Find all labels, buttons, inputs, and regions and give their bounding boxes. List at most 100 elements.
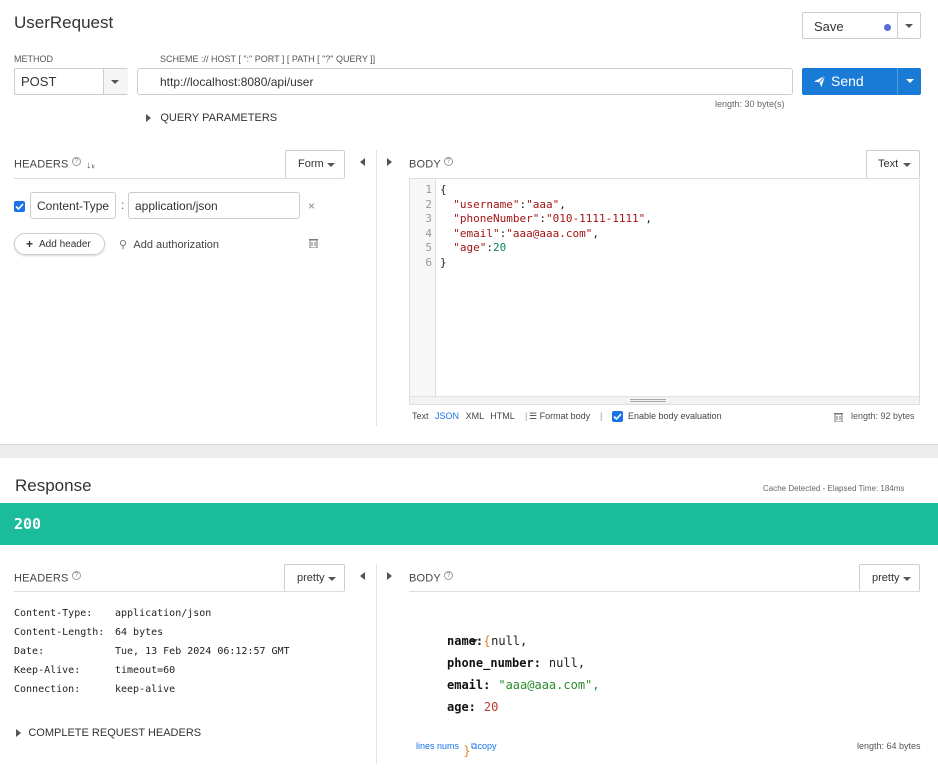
- divider: [14, 591, 345, 592]
- body-mode-select[interactable]: Text: [866, 150, 920, 178]
- json-comma: ,: [520, 634, 528, 648]
- status-code: 200: [14, 515, 42, 533]
- header-name-input[interactable]: Content-Type: [30, 192, 116, 219]
- resize-handle[interactable]: [410, 396, 919, 404]
- collapse-left-icon[interactable]: [360, 572, 365, 580]
- save-button[interactable]: Save: [802, 12, 898, 39]
- method-label: METHOD: [14, 54, 53, 64]
- body-length: length: 92 bytes: [851, 411, 915, 421]
- line-number: 6: [425, 255, 432, 269]
- help-icon: ?: [71, 571, 81, 580]
- chevron-down-icon: [111, 80, 119, 84]
- chevron-right-icon: [16, 728, 21, 737]
- help-icon: ?: [444, 157, 454, 166]
- request-title: UserRequest: [14, 13, 114, 32]
- header-value-value: application/json: [135, 199, 218, 213]
- chevron-down-icon: [327, 163, 335, 167]
- response-header-row: Content-Type: application/json: [14, 603, 354, 622]
- send-dropdown-button[interactable]: [897, 68, 921, 95]
- line-text: "phoneNumber":"010-1111-1111",: [453, 212, 652, 225]
- json-key: phone_number:: [447, 656, 541, 670]
- panel-divider: [376, 150, 377, 426]
- collapse-left-icon[interactable]: [360, 158, 365, 166]
- header-value-input[interactable]: application/json: [128, 192, 300, 219]
- format-tab-xml[interactable]: XML: [466, 411, 484, 421]
- line-number: 3: [425, 212, 432, 225]
- key-icon: ⚲: [119, 239, 128, 251]
- remove-header-icon[interactable]: ×: [308, 199, 315, 213]
- json-value: null: [491, 634, 521, 648]
- response-body-mode-select[interactable]: pretty: [859, 564, 920, 591]
- help-icon: ?: [444, 571, 454, 580]
- headers-heading: HEADERS ? ↓ₖ: [14, 157, 96, 171]
- add-authorization-button[interactable]: ⚲ Add authorization: [119, 237, 219, 251]
- response-header-value: timeout=60: [115, 665, 176, 676]
- response-header-value: keep-alive: [115, 684, 176, 695]
- json-field: age: 20: [427, 696, 907, 718]
- format-body-button[interactable]: ☰ Format body: [529, 411, 590, 422]
- expand-right-icon[interactable]: [387, 572, 392, 580]
- response-headers-mode-select[interactable]: pretty: [284, 564, 345, 591]
- line-number: 2: [425, 197, 432, 211]
- section-separator: [0, 444, 938, 458]
- response-body-mode-value: pretty: [872, 572, 900, 584]
- query-parameters-toggle[interactable]: QUERY PARAMETERS: [146, 110, 277, 124]
- line-number: 4: [425, 226, 432, 240]
- line-text: "username":"aaa",: [453, 197, 566, 211]
- response-header-value: 64 bytes: [115, 627, 164, 638]
- response-body-heading: BODY ?: [409, 571, 454, 585]
- response-headers-list: Content-Type: application/json Content-Len…: [14, 603, 354, 698]
- json-field: name: null,: [427, 630, 907, 652]
- format-tab-text[interactable]: Text: [412, 411, 429, 421]
- body-editor[interactable]: 1{2 "username":"aaa", 3 "phoneNumber":"01…: [409, 178, 920, 405]
- plus-icon: +: [26, 237, 34, 251]
- body-mode-value: Text: [878, 158, 899, 170]
- response-headers-heading: HEADERS ?: [14, 571, 81, 585]
- headers-mode-select[interactable]: Form: [285, 150, 345, 178]
- editor-line: 1{: [410, 183, 919, 198]
- expand-right-icon[interactable]: [387, 158, 392, 166]
- copy-button[interactable]: ⧉copy: [471, 741, 496, 752]
- json-value: "aaa@aaa.com",: [498, 678, 600, 692]
- response-headers-label: HEADERS: [14, 572, 69, 585]
- divider: [409, 591, 920, 592]
- trash-icon[interactable]: [309, 238, 318, 248]
- json-close-brace: }: [463, 744, 471, 758]
- response-header-name: Content-Length:: [14, 627, 105, 638]
- editor-line: 4 "email":"aaa@aaa.com",: [410, 227, 919, 242]
- help-icon: ?: [71, 157, 81, 166]
- divider: [14, 178, 345, 179]
- json-key: email:: [447, 678, 491, 692]
- response-header-value: application/json: [115, 608, 212, 619]
- json-field: phone_number: null,: [427, 652, 907, 674]
- lines-nums-toggle[interactable]: lines nums: [416, 741, 459, 751]
- send-label: Send: [831, 73, 864, 89]
- save-dropdown-button[interactable]: [897, 12, 921, 39]
- format-tab-json[interactable]: JSON: [435, 411, 459, 421]
- response-headers-mode-value: pretty: [297, 572, 325, 584]
- complete-headers-label: COMPLETE REQUEST HEADERS: [28, 727, 202, 739]
- format-tab-html[interactable]: HTML: [490, 411, 514, 421]
- add-header-label: Add header: [39, 239, 91, 250]
- json-key: name:: [447, 634, 484, 648]
- sort-icon[interactable]: ↓ₖ: [86, 160, 96, 171]
- json-comma: ,: [577, 656, 586, 670]
- method-select[interactable]: POST: [14, 68, 128, 95]
- add-header-button[interactable]: + Add header: [14, 233, 105, 255]
- header-separator: :: [121, 198, 125, 212]
- complete-headers-toggle[interactable]: COMPLETE REQUEST HEADERS: [16, 725, 201, 739]
- trash-icon[interactable]: [834, 412, 843, 422]
- format-body-label: Format body: [539, 411, 591, 421]
- add-authorization-label: Add authorization: [133, 239, 220, 251]
- response-header-row: Date: Tue, 13 Feb 2024 06:12:57 GMT: [14, 641, 354, 660]
- url-input[interactable]: http://localhost:8080/api/user: [137, 68, 793, 95]
- line-text: }: [440, 255, 447, 269]
- json-fields: name: null, phone_number: null, email: "aaa@a…: [427, 630, 907, 718]
- query-parameters-label: QUERY PARAMETERS: [160, 112, 278, 124]
- response-header-row: Content-Length: 64 bytes: [14, 622, 354, 641]
- copy-label: copy: [477, 741, 497, 751]
- header-enabled-checkbox[interactable]: [14, 201, 25, 212]
- url-format-label: SCHEME :// HOST [ ":" PORT ] [ PATH [ "?…: [160, 54, 376, 64]
- send-button[interactable]: Send: [802, 68, 897, 95]
- enable-eval-checkbox[interactable]: [612, 411, 623, 422]
